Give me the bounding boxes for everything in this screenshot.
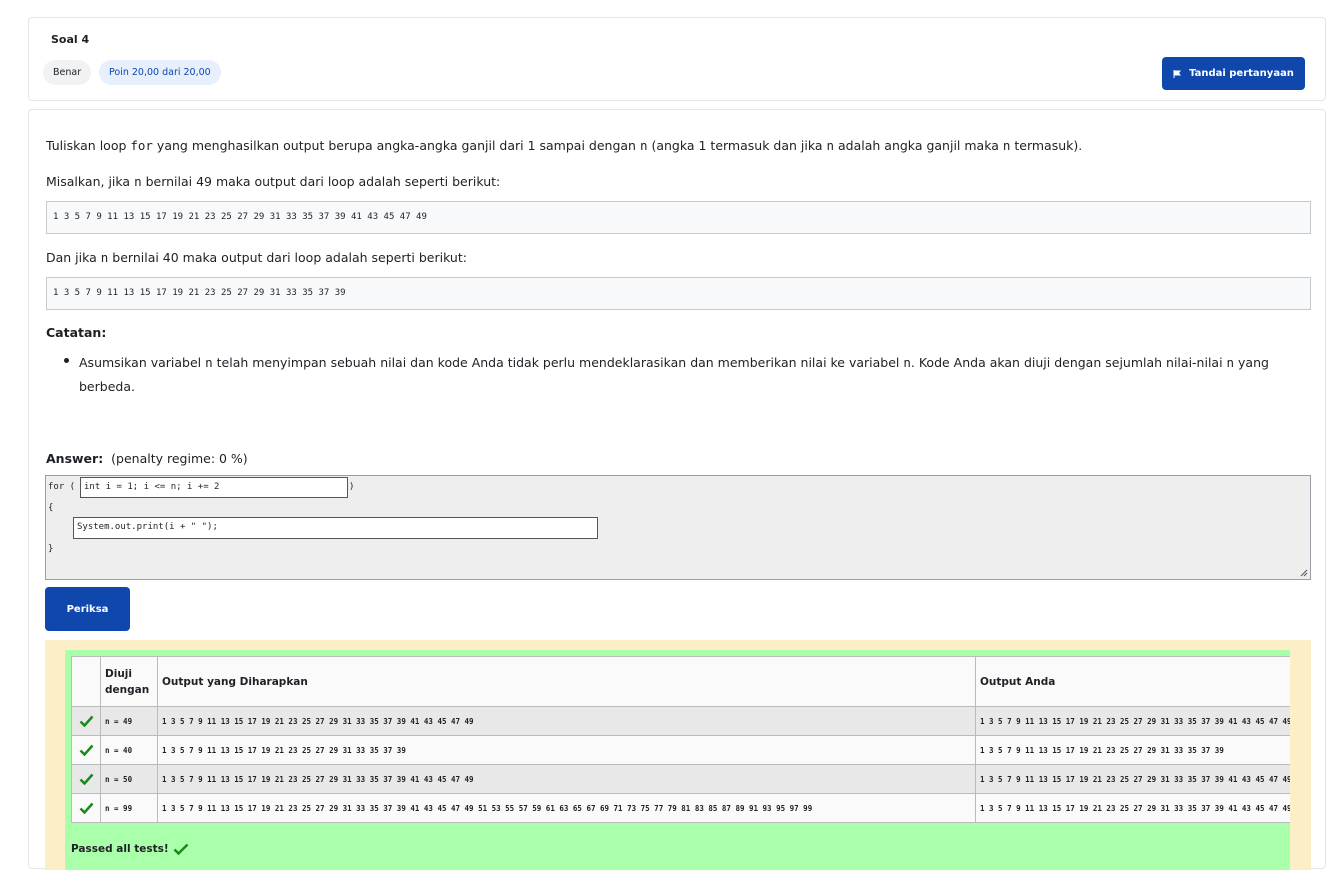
code-span: n <box>903 355 911 370</box>
question-paragraph-2: Misalkan, jika n bernilai 49 maka output… <box>46 174 500 189</box>
question-info-card: Soal 4 Benar Poin 20,00 dari 20,00 Tanda… <box>28 17 1326 101</box>
expected-cell: 1 3 5 7 9 11 13 15 17 19 21 23 25 27 29 … <box>157 735 976 765</box>
example-output-2: 1 3 5 7 9 11 13 15 17 19 21 23 25 27 29 … <box>46 277 1311 310</box>
text-span: bernilai 49 maka output dari loop adalah… <box>141 174 501 189</box>
question-paragraph-1: Tuliskan loop for yang menghasilkan outp… <box>46 138 1082 153</box>
code-span: n <box>826 138 835 153</box>
text-span: Tuliskan loop <box>46 138 131 153</box>
results-header-row: Diuji dengan Output yang Diharapkan Outp… <box>71 656 1290 707</box>
text-span: Misalkan, jika <box>46 174 135 189</box>
code-line-1-suffix: ) <box>349 482 355 492</box>
penalty-regime: (penalty regime: 0 %) <box>111 451 248 466</box>
flag-question-button[interactable]: Tandai pertanyaan <box>1162 57 1305 90</box>
grade-badge: Poin 20,00 dari 20,00 <box>99 60 221 85</box>
code-span: for <box>130 138 153 153</box>
header-expected: Output yang Diharapkan <box>157 656 976 707</box>
got-cell: 1 3 5 7 9 11 13 15 17 19 21 23 25 27 29 … <box>975 706 1290 736</box>
check-icon <box>79 715 94 728</box>
tick-cell <box>71 764 101 794</box>
loop-body-input[interactable]: System.out.print(i + " "); <box>73 517 598 539</box>
text-span: Asumsikan variabel <box>79 355 206 370</box>
text-span: . Kode Anda akan diuji dengan sejumlah n… <box>910 355 1227 370</box>
text-span: adalah angka ganjil maka <box>834 138 1003 153</box>
code-span: n <box>134 174 142 189</box>
header-status <box>71 656 101 707</box>
answer-label-bold: Answer: <box>46 451 104 466</box>
test-cell: n = 49 <box>100 706 158 736</box>
check-icon <box>79 744 94 757</box>
table-row: n = 99 1 3 5 7 9 11 13 15 17 19 21 23 25… <box>71 793 1290 823</box>
expected-cell: 1 3 5 7 9 11 13 15 17 19 21 23 25 27 29 … <box>157 764 976 794</box>
note-heading: Catatan: <box>46 325 107 340</box>
header-tested-with: Diuji dengan <box>100 656 158 707</box>
got-cell: 1 3 5 7 9 11 13 15 17 19 21 23 25 27 29 … <box>975 793 1290 823</box>
got-cell: 1 3 5 7 9 11 13 15 17 19 21 23 25 27 29 … <box>975 764 1290 794</box>
feedback-area: Diuji dengan Output yang Diharapkan Outp… <box>45 640 1311 870</box>
tick-cell <box>71 793 101 823</box>
test-cell: n = 99 <box>100 793 158 823</box>
text-span: yang menghasilkan output berupa angka-an… <box>152 138 640 153</box>
got-cell: 1 3 5 7 9 11 13 15 17 19 21 23 25 27 29 … <box>975 735 1290 765</box>
check-icon <box>79 802 94 815</box>
passed-label: Passed all tests! <box>71 843 169 855</box>
tick-cell <box>71 735 101 765</box>
check-icon <box>173 843 189 855</box>
code-span: n <box>205 355 213 370</box>
table-row: n = 40 1 3 5 7 9 11 13 15 17 19 21 23 25… <box>71 735 1290 765</box>
note-bullet: Asumsikan variabel n telah menyimpan seb… <box>79 351 1289 399</box>
example-output-1: 1 3 5 7 9 11 13 15 17 19 21 23 25 27 29 … <box>46 201 1311 234</box>
flag-question-label: Tandai pertanyaan <box>1189 68 1294 79</box>
check-icon <box>79 773 94 786</box>
resize-grip-icon[interactable] <box>1299 568 1308 577</box>
code-span: n <box>1226 355 1235 370</box>
question-content-card: Tuliskan loop for yang menghasilkan outp… <box>28 109 1326 870</box>
check-button[interactable]: Periksa <box>45 587 130 631</box>
bullet-dot <box>64 358 69 363</box>
for-header-input[interactable]: int i = 1; i <= n; i += 2 <box>80 477 348 498</box>
code-line-2: { <box>48 503 54 513</box>
test-cell: n = 40 <box>100 735 158 765</box>
answer-label: Answer: (penalty regime: 0 %) <box>46 451 248 466</box>
table-row: n = 49 1 3 5 7 9 11 13 15 17 19 21 23 25… <box>71 706 1290 736</box>
text-span: Dan jika <box>46 250 101 265</box>
question-title: Soal 4 <box>51 33 90 46</box>
code-answer-area[interactable]: for ( int i = 1; i <= n; i += 2 ) { Syst… <box>45 475 1311 580</box>
text-span: (angka 1 termasuk dan jika <box>647 138 827 153</box>
text-span: bernilai 40 maka output dari loop adalah… <box>108 250 467 265</box>
code-line-4: } <box>48 544 54 554</box>
test-cell: n = 50 <box>100 764 158 794</box>
text-span: telah menyimpan sebuah nilai dan kode An… <box>212 355 904 370</box>
question-paragraph-3: Dan jika n bernilai 40 maka output dari … <box>46 250 467 265</box>
state-badge: Benar <box>43 60 92 85</box>
header-got: Output Anda <box>975 656 1290 707</box>
passed-all-tests: Passed all tests! <box>71 843 189 855</box>
text-span: termasuk). <box>1010 138 1083 153</box>
expected-cell: 1 3 5 7 9 11 13 15 17 19 21 23 25 27 29 … <box>157 706 976 736</box>
tick-cell <box>71 706 101 736</box>
results-table: Diuji dengan Output yang Diharapkan Outp… <box>71 656 1290 823</box>
table-row: n = 50 1 3 5 7 9 11 13 15 17 19 21 23 25… <box>71 764 1290 794</box>
test-results: Diuji dengan Output yang Diharapkan Outp… <box>65 650 1290 870</box>
expected-cell: 1 3 5 7 9 11 13 15 17 19 21 23 25 27 29 … <box>157 793 976 823</box>
code-line-1-prefix: for ( <box>48 482 76 492</box>
flag-icon <box>1173 69 1182 78</box>
